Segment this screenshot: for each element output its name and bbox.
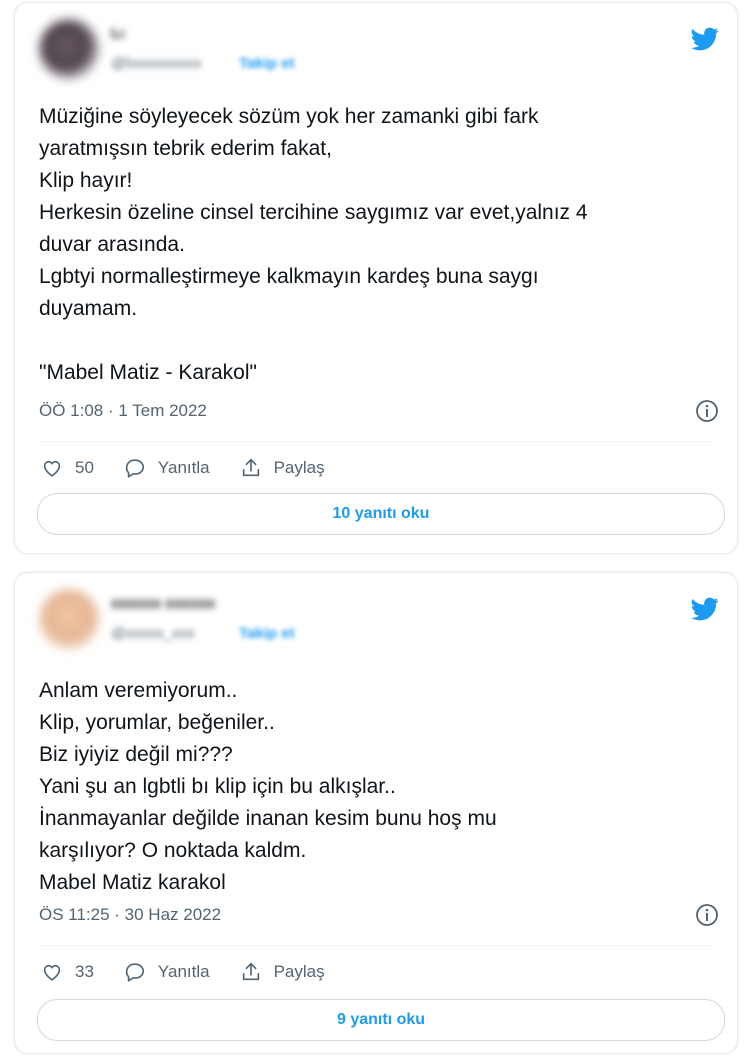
- display-name[interactable]: Lı: [111, 25, 124, 42]
- tweet-actions: 50 Yanıtla Paylaş: [41, 453, 355, 483]
- divider: [39, 945, 713, 946]
- like-count: 33: [75, 962, 94, 981]
- reply-bubble-icon: [125, 963, 144, 982]
- tweet-text: Müziğine söyleyecek sözüm yok her zamank…: [39, 105, 588, 384]
- share-label: Paylaş: [273, 962, 325, 981]
- twitter-bird-icon[interactable]: [691, 25, 719, 53]
- share-icon: [242, 962, 259, 981]
- display-name[interactable]: xxxxxx xxxxxx: [111, 595, 215, 612]
- user-info: xxxxxx xxxxxx @xxxxx_xxx Takip et: [111, 595, 411, 647]
- like-button[interactable]: 33: [41, 961, 94, 983]
- user-avatar[interactable]: [39, 589, 99, 649]
- like-button[interactable]: 50: [41, 457, 94, 479]
- like-count: 50: [75, 458, 94, 477]
- reply-button[interactable]: Yanıtla: [124, 457, 210, 479]
- user-info: Lı @lıxxxxxxxxx Takip et: [111, 25, 411, 77]
- follow-link[interactable]: Takip et: [239, 55, 295, 72]
- twitter-bird-icon[interactable]: [691, 595, 719, 623]
- tweet-card: xxxxxx xxxxxx @xxxxx_xxx Takip et Anlam …: [14, 572, 738, 1054]
- tweet-timestamp[interactable]: ÖÖ 1:08 · 1 Tem 2022: [39, 401, 207, 421]
- heart-icon: [43, 964, 61, 981]
- divider: [39, 441, 713, 442]
- read-replies-button[interactable]: 10 yanıtı oku: [37, 493, 725, 535]
- user-avatar[interactable]: [39, 19, 99, 79]
- tweet-card: Lı @lıxxxxxxxxx Takip et Müziğine söyley…: [14, 2, 738, 554]
- follow-link[interactable]: Takip et: [239, 625, 295, 642]
- reply-label: Yanıtla: [157, 962, 210, 981]
- share-button[interactable]: Paylaş: [240, 961, 325, 983]
- tweet-actions: 33 Yanıtla Paylaş: [41, 957, 355, 987]
- reply-bubble-icon: [125, 459, 144, 478]
- info-icon[interactable]: [695, 399, 719, 423]
- share-label: Paylaş: [273, 458, 325, 477]
- user-handle[interactable]: @lıxxxxxxxxx: [111, 55, 201, 72]
- user-handle[interactable]: @xxxxx_xxx: [111, 625, 195, 642]
- tweet-timestamp[interactable]: ÖS 11:25 · 30 Haz 2022: [39, 905, 221, 925]
- tweet-text: Anlam veremiyorum.. Klip, yorumlar, beğe…: [39, 679, 497, 894]
- share-button[interactable]: Paylaş: [240, 457, 325, 479]
- share-icon: [242, 458, 259, 477]
- reply-label: Yanıtla: [157, 458, 210, 477]
- screenshot-page: Lı @lıxxxxxxxxx Takip et Müziğine söyley…: [0, 0, 750, 1062]
- heart-icon: [43, 460, 61, 477]
- read-replies-button[interactable]: 9 yanıtı oku: [37, 999, 725, 1041]
- reply-button[interactable]: Yanıtla: [124, 961, 210, 983]
- info-icon[interactable]: [695, 903, 719, 927]
